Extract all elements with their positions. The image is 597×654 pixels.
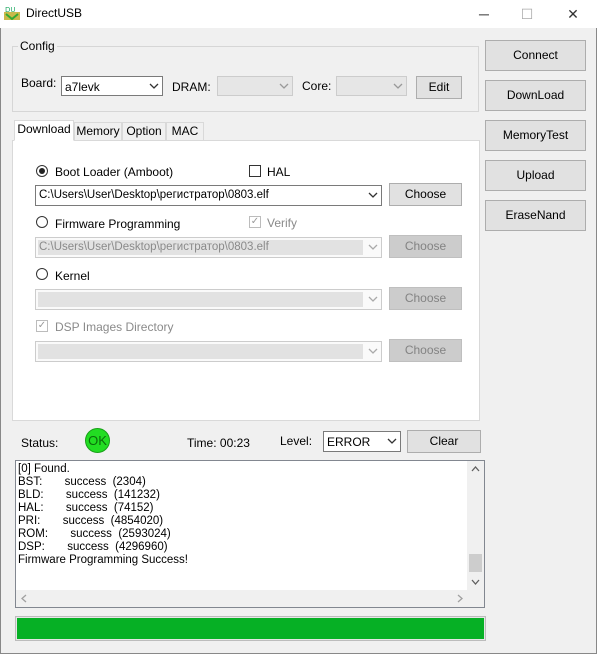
dsp-path-selection [38,344,363,359]
kernel-path-selection [38,292,363,307]
dsp-path-combo[interactable] [35,341,382,362]
chevron-down-icon [368,244,378,250]
chevron-down-icon [393,83,403,89]
chevron-down-icon [279,83,289,89]
log-horizontal-scrollbar[interactable] [16,590,468,607]
erasenand-button[interactable]: EraseNand [485,200,586,231]
tab-option[interactable]: Option [122,122,166,141]
log-line: BST: success (2304) [18,476,146,488]
chevron-down-icon [368,348,378,354]
edit-button[interactable]: Edit [416,76,462,99]
core-select[interactable] [336,76,407,96]
clear-button[interactable]: Clear [407,430,481,453]
dram-label: DRAM: [172,80,211,94]
dsp-label: DSP Images Directory [55,320,174,334]
scroll-up-icon[interactable] [471,465,480,474]
board-value: a7levk [65,80,100,94]
progress-fill [17,618,484,639]
window-title: DirectUSB [26,6,83,20]
minimize-button[interactable]: ─ [461,0,507,28]
verify-checkbox[interactable]: ✓ [249,216,261,228]
board-label: Board: [21,76,57,90]
hal-label: HAL [267,165,291,179]
log-line: Firmware Programming Success! [18,554,188,566]
log-line: [0] Found. [18,463,70,475]
log-vertical-scroll-thumb[interactable] [469,554,482,572]
dsp-choose-button[interactable]: Choose [389,339,462,362]
level-value: ERROR [327,435,371,449]
bootloader-radio[interactable] [36,165,48,177]
chevron-down-icon [149,83,159,89]
tab-memory[interactable]: Memory [74,122,122,141]
close-button[interactable]: ✕ [550,0,596,28]
title-bar[interactable]: DU DirectUSB ─ ☐ ✕ [0,0,597,28]
upload-button[interactable]: Upload [485,160,586,191]
core-label: Core: [302,79,332,93]
chevron-down-icon [368,192,378,198]
scroll-right-icon[interactable] [455,594,464,603]
bootloader-path: C:\Users\User\Desktop\регистратор\0803.e… [39,189,269,201]
level-select[interactable]: ERROR [323,431,401,452]
bootloader-label: Boot Loader (Amboot) [55,165,174,179]
kernel-path-combo[interactable] [35,289,382,310]
progress-bar [15,616,486,641]
scroll-left-icon[interactable] [20,594,29,603]
kernel-label: Kernel [55,269,90,283]
log-output[interactable]: [0] Found. BST: success (2304) BLD: succ… [15,460,485,608]
connect-button[interactable]: Connect [485,40,586,71]
scrollbar-corner [467,590,484,607]
firmware-choose-button[interactable]: Choose [389,235,462,258]
log-line: HAL: success (74152) [18,502,154,514]
status-indicator: OK [85,428,110,453]
dram-select[interactable] [217,76,293,96]
board-select[interactable]: a7levk [61,76,163,96]
config-legend: Config [18,39,57,53]
status-label: Status: [21,436,59,450]
hal-checkbox[interactable] [249,165,261,177]
svg-text:DU: DU [5,6,16,14]
bootloader-choose-button[interactable]: Choose [389,183,462,206]
elapsed-time: Time: 00:23 [187,436,250,450]
scroll-down-icon[interactable] [471,577,480,586]
firmware-radio[interactable] [36,216,48,228]
tab-mac[interactable]: MAC [166,122,204,141]
maximize-button[interactable]: ☐ [504,0,550,28]
log-vertical-scrollbar[interactable] [467,461,484,590]
firmware-label: Firmware Programming [55,217,181,231]
chevron-down-icon [368,296,378,302]
kernel-choose-button[interactable]: Choose [389,287,462,310]
memorytest-button[interactable]: MemoryTest [485,120,586,151]
chevron-down-icon [387,438,397,444]
verify-label: Verify [267,216,298,230]
dsp-checkbox[interactable]: ✓ [36,320,48,332]
firmware-path-combo[interactable]: C:\Users\User\Desktop\регистратор\0803.e… [35,237,382,258]
log-line: ROM: success (2593024) [18,528,171,540]
log-line: PRI: success (4854020) [18,515,164,527]
bootloader-path-combo[interactable]: C:\Users\User\Desktop\регистратор\0803.e… [35,185,382,206]
firmware-path: C:\Users\User\Desktop\регистратор\0803.e… [39,241,269,253]
log-line: BLD: success (141232) [18,489,160,501]
kernel-radio[interactable] [36,268,48,280]
app-logo-icon: DU [4,4,20,21]
log-line: DSP: success (4296960) [18,541,168,553]
level-label: Level: [280,434,313,448]
tab-download[interactable]: Download [14,120,74,141]
download-button[interactable]: DownLoad [485,80,586,111]
